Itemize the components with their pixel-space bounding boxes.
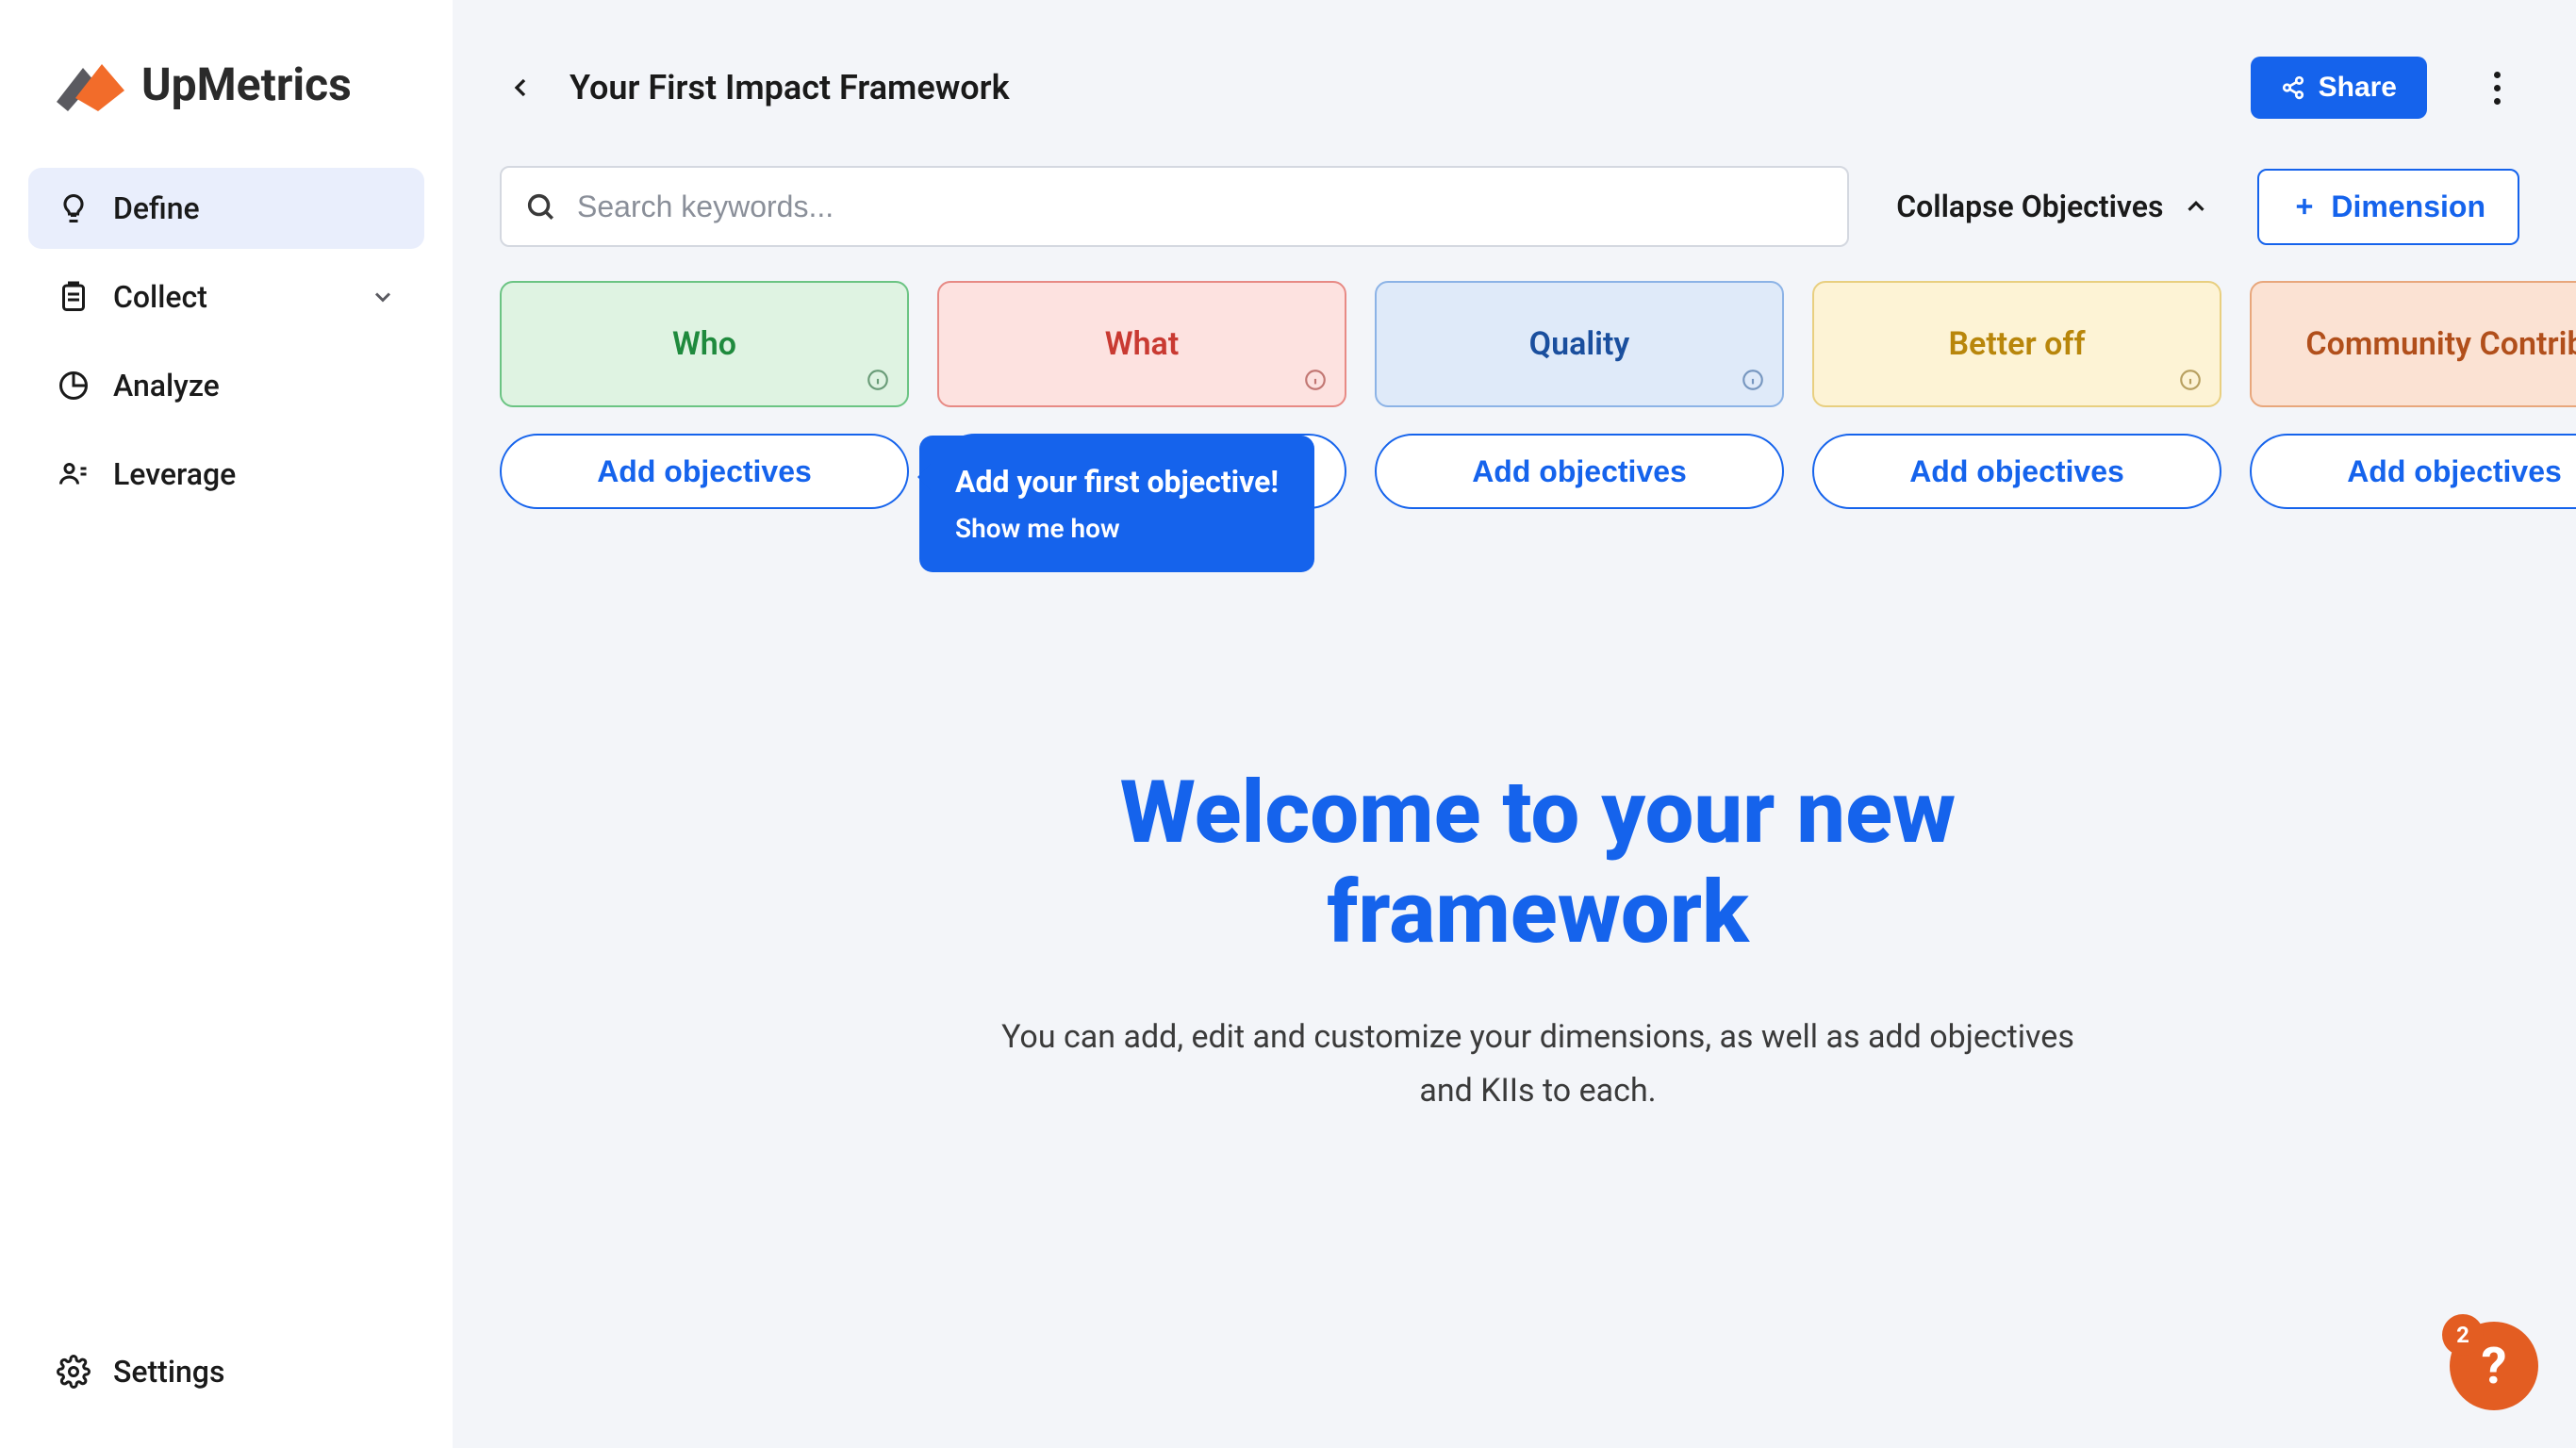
sidebar-item-label: Collect bbox=[113, 279, 207, 315]
dimension-label: Who bbox=[672, 325, 736, 363]
controls-row: Collapse Objectives Dimension bbox=[500, 166, 2576, 247]
dot-icon bbox=[2494, 85, 2501, 91]
dimension-card-who[interactable]: Who bbox=[500, 281, 909, 407]
chevron-left-icon bbox=[505, 73, 536, 103]
sidebar-item-collect[interactable]: Collect bbox=[28, 256, 424, 337]
plus-icon bbox=[2291, 193, 2318, 220]
sidebar: UpMetrics Define Collect Analyze Leverag… bbox=[0, 0, 453, 1448]
share-label: Share bbox=[2319, 72, 2397, 104]
dimension-column-who: Who Add objectives bbox=[500, 281, 909, 509]
sidebar-item-label: Leverage bbox=[113, 456, 236, 492]
info-icon[interactable] bbox=[2178, 368, 2203, 392]
collapse-label: Collapse Objectives bbox=[1896, 189, 2163, 224]
search-icon bbox=[524, 190, 556, 222]
share-icon bbox=[2281, 75, 2305, 100]
main-content: Your First Impact Framework Share Collap… bbox=[453, 0, 2576, 1448]
dimension-column-better-off: Better off Add objectives bbox=[1812, 281, 2221, 509]
sidebar-item-settings[interactable]: Settings bbox=[28, 1331, 424, 1412]
person-card-icon bbox=[57, 457, 91, 491]
search-input[interactable] bbox=[500, 166, 1849, 247]
add-objectives-button[interactable]: Add objectives bbox=[500, 434, 909, 509]
sidebar-item-analyze[interactable]: Analyze bbox=[28, 345, 424, 426]
add-dimension-button[interactable]: Dimension bbox=[2257, 169, 2519, 245]
dimension-column-community: Community Contribu Add objectives bbox=[2250, 281, 2576, 509]
tooltip-subtitle: Show me how bbox=[955, 513, 1279, 544]
logo-icon bbox=[57, 57, 124, 111]
dimension-label: Better off bbox=[1948, 325, 2085, 363]
more-menu-button[interactable] bbox=[2474, 72, 2519, 105]
chevron-down-icon bbox=[370, 284, 396, 310]
help-badge: 2 bbox=[2442, 1314, 2484, 1356]
brand-logo[interactable]: UpMetrics bbox=[28, 57, 424, 168]
header-row: Your First Impact Framework Share bbox=[500, 57, 2576, 119]
question-mark-icon: ? bbox=[2482, 1337, 2507, 1396]
dot-icon bbox=[2494, 98, 2501, 105]
welcome-subtitle: You can add, edit and customize your dim… bbox=[972, 1011, 2104, 1120]
page-title: Your First Impact Framework bbox=[570, 68, 1010, 107]
welcome-title: Welcome to your new framework bbox=[972, 764, 2104, 963]
dimension-label: Community Contribu bbox=[2305, 325, 2576, 363]
sidebar-item-define[interactable]: Define bbox=[28, 168, 424, 249]
sidebar-item-leverage[interactable]: Leverage bbox=[28, 434, 424, 515]
onboarding-tooltip[interactable]: Add your first objective! Show me how bbox=[919, 436, 1314, 572]
info-icon[interactable] bbox=[866, 368, 890, 392]
add-objectives-button[interactable]: Add objectives bbox=[1375, 434, 1784, 509]
pie-chart-icon bbox=[57, 369, 91, 403]
info-icon[interactable] bbox=[1303, 368, 1328, 392]
dimensions-row: Who Add objectives What Add objectives Q… bbox=[500, 281, 2576, 509]
search-wrapper bbox=[500, 166, 1849, 247]
tooltip-title: Add your first objective! bbox=[955, 464, 1279, 500]
welcome-panel: Welcome to your new framework You can ad… bbox=[972, 764, 2104, 1119]
add-objectives-button[interactable]: Add objectives bbox=[2250, 434, 2576, 509]
gear-icon bbox=[57, 1355, 91, 1389]
dimension-label: Quality bbox=[1529, 325, 1630, 363]
dimension-card-what[interactable]: What bbox=[937, 281, 1346, 407]
dot-icon bbox=[2494, 72, 2501, 78]
collapse-objectives-button[interactable]: Collapse Objectives bbox=[1896, 189, 2210, 224]
lightbulb-icon bbox=[57, 191, 91, 225]
dimension-card-community[interactable]: Community Contribu bbox=[2250, 281, 2576, 407]
info-icon[interactable] bbox=[1741, 368, 1765, 392]
clipboard-icon bbox=[57, 280, 91, 314]
dimension-column-quality: Quality Add objectives bbox=[1375, 281, 1784, 509]
share-button[interactable]: Share bbox=[2251, 57, 2427, 119]
chevron-up-icon bbox=[2182, 192, 2210, 221]
back-button[interactable] bbox=[500, 67, 541, 108]
help-fab[interactable]: 2 ? bbox=[2450, 1322, 2538, 1410]
dimension-label: What bbox=[1105, 325, 1180, 363]
dimension-card-better-off[interactable]: Better off bbox=[1812, 281, 2221, 407]
sidebar-item-label: Define bbox=[113, 190, 200, 226]
add-objectives-button[interactable]: Add objectives bbox=[1812, 434, 2221, 509]
dimension-card-quality[interactable]: Quality bbox=[1375, 281, 1784, 407]
sidebar-item-label: Analyze bbox=[113, 368, 220, 403]
dimension-label: Dimension bbox=[2331, 189, 2485, 224]
brand-name: UpMetrics bbox=[141, 58, 352, 111]
sidebar-item-label: Settings bbox=[113, 1354, 224, 1390]
